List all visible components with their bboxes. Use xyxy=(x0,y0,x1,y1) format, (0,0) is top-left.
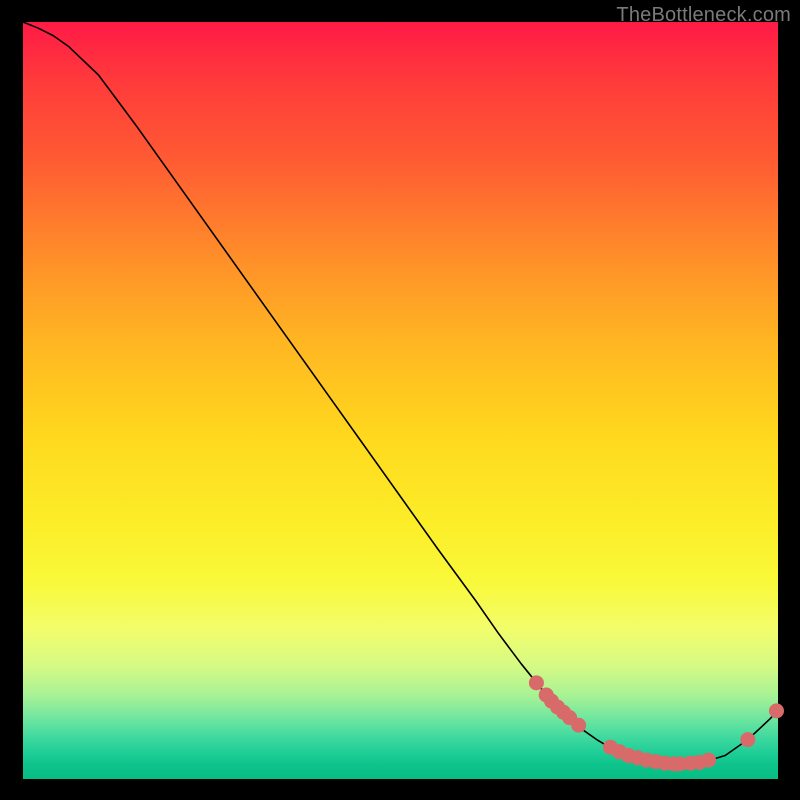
marker-point xyxy=(769,703,784,718)
marker-point xyxy=(529,675,544,690)
chart-markers xyxy=(529,675,784,771)
chart-curve xyxy=(23,22,778,764)
chart-container: TheBottleneck.com xyxy=(0,0,800,800)
marker-point xyxy=(701,753,716,768)
curve-path xyxy=(23,22,778,764)
marker-point xyxy=(740,732,755,747)
marker-point xyxy=(571,718,586,733)
chart-overlay-svg xyxy=(23,22,778,779)
